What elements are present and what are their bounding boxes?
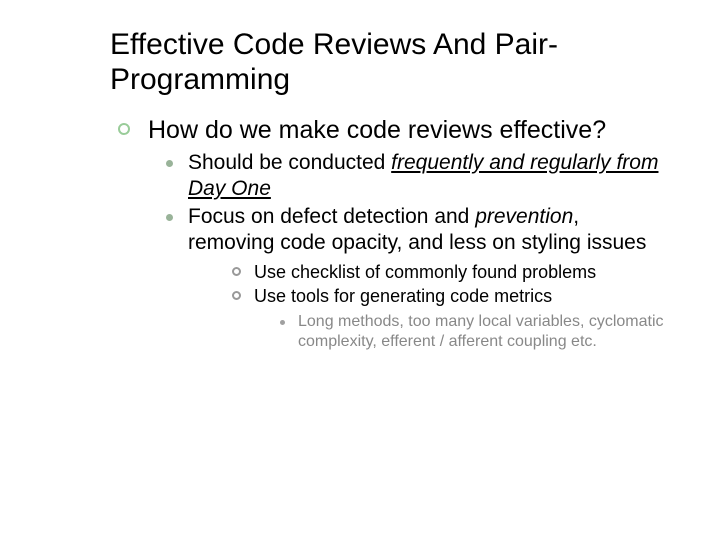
- bullet-list-level3: Use checklist of commonly found problems…: [232, 261, 670, 353]
- list-item: Focus on defect detection and prevention…: [166, 204, 670, 352]
- level3-text: Use checklist of commonly found problems: [254, 262, 596, 282]
- slide-title: Effective Code Reviews And Pair-Programm…: [110, 28, 670, 97]
- level2-text-pre: Focus on defect detection and: [188, 205, 475, 228]
- list-item: How do we make code reviews effective? S…: [118, 115, 670, 352]
- slide: Effective Code Reviews And Pair-Programm…: [0, 0, 720, 540]
- list-item: Long methods, too many local variables, …: [280, 312, 670, 353]
- list-item: Should be conducted frequently and regul…: [166, 150, 670, 203]
- level3-text: Use tools for generating code metrics: [254, 286, 552, 306]
- list-item: Use checklist of commonly found problems: [232, 261, 670, 284]
- level2-text-em: prevention: [475, 205, 573, 228]
- bullet-list-level1: How do we make code reviews effective? S…: [118, 115, 670, 352]
- bullet-list-level2: Should be conducted frequently and regul…: [166, 150, 670, 353]
- list-item: Use tools for generating code metrics Lo…: [232, 285, 670, 352]
- level1-text: How do we make code reviews effective?: [148, 116, 606, 144]
- bullet-list-level4: Long methods, too many local variables, …: [280, 312, 670, 353]
- level2-text-pre: Should be conducted: [188, 151, 391, 174]
- level4-text: Long methods, too many local variables, …: [298, 313, 664, 350]
